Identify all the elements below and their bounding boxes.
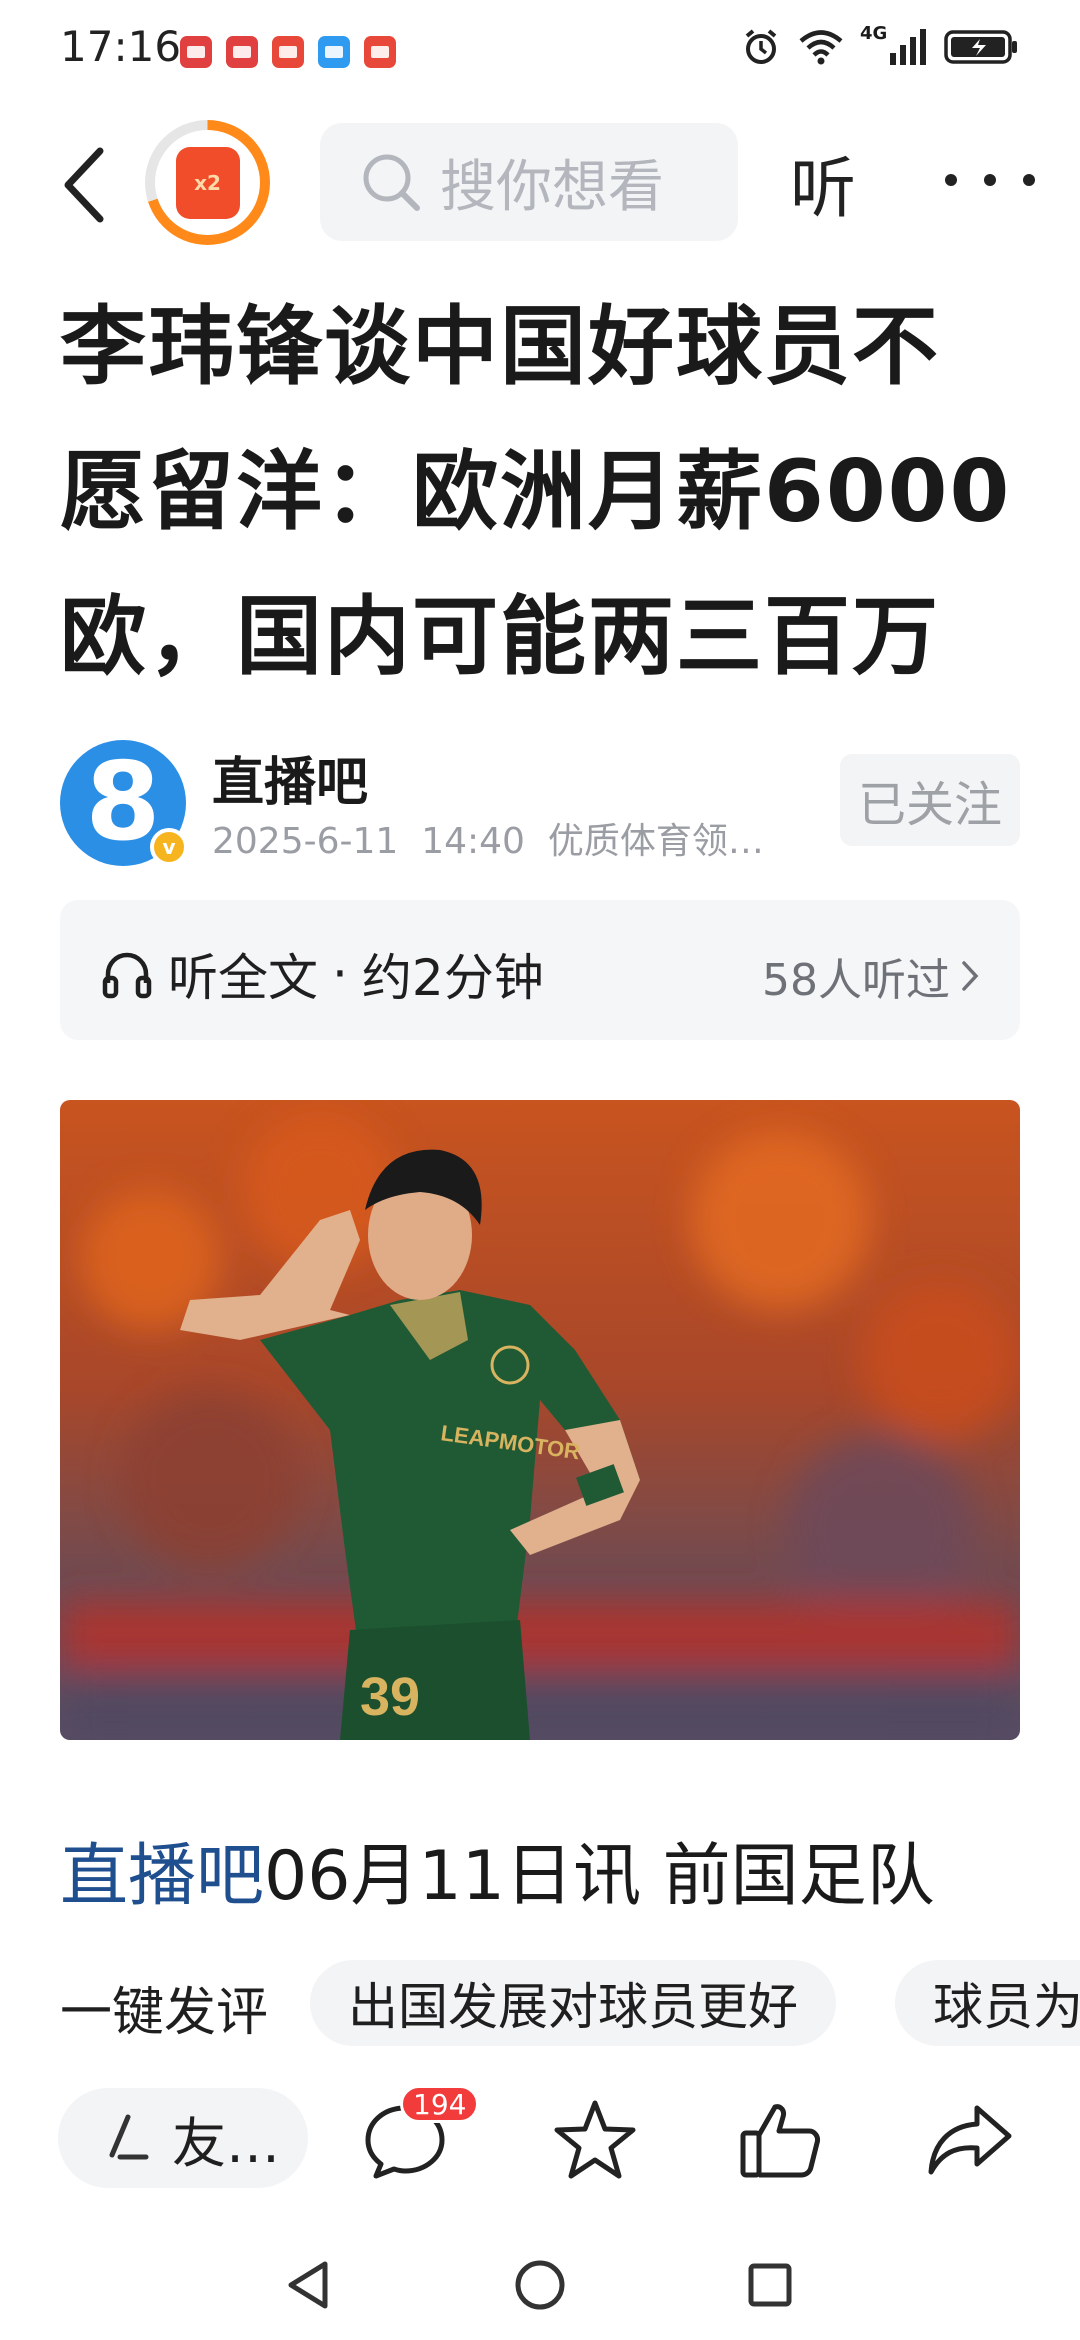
star-icon <box>554 2100 636 2179</box>
huawei-icon <box>364 36 396 68</box>
wifi-icon <box>799 30 843 65</box>
article-title: 李玮锋谈中国好球员不愿留洋：欧洲月薪6000欧，国内可能两三百万 <box>60 297 1012 687</box>
battery-icon <box>944 30 1017 64</box>
notification-icons <box>180 36 396 68</box>
listen-full-text-bar[interactable]: 听全文 · 约2分钟 58人听过 <box>60 900 1020 1040</box>
pen-icon <box>109 2114 149 2160</box>
chevron-right-icon <box>962 961 979 991</box>
red-envelope-icon: x2 <box>175 146 240 219</box>
back-button[interactable] <box>48 140 118 230</box>
listen-button[interactable]: 听 <box>790 135 856 231</box>
author-name[interactable]: 直播吧 <box>212 740 368 815</box>
quick-comment-bar: 一键发评 出国发展对球员更好 球员为 <box>0 1960 1080 2050</box>
book-icon <box>180 36 212 68</box>
share-button[interactable] <box>925 2095 1015 2185</box>
quick-comment-chip[interactable]: 出国发展对球员更好 <box>310 1960 836 2046</box>
more-dot <box>1023 174 1035 186</box>
publish-date: 2025-6-11 <box>212 821 399 862</box>
football-player-photo: 39 LEAPMOTOR <box>60 1100 1020 1740</box>
listen-label-group: 听全文 · 约2分钟 <box>100 938 544 1010</box>
svg-text:39: 39 <box>360 1667 420 1727</box>
system-nav-bar <box>0 2230 1080 2340</box>
book-icon <box>226 36 258 68</box>
author-tagline: 优质体育领… <box>547 821 764 862</box>
article-lead: 直播吧06月11日讯 前国足队 <box>60 1820 1020 1919</box>
system-back-button[interactable] <box>273 2250 343 2320</box>
triangle-back-icon <box>288 2261 328 2309</box>
message-icon <box>318 36 350 68</box>
quick-comment-label: 一键发评 <box>60 1983 269 2043</box>
thumbs-up-icon <box>740 2104 820 2178</box>
red-packet-multiplier: x2 <box>194 170 221 195</box>
more-options-button[interactable] <box>945 145 1035 215</box>
signal-icon: 4G <box>860 23 926 65</box>
system-recents-button[interactable] <box>735 2250 805 2320</box>
publish-time: 14:40 <box>421 821 525 862</box>
system-icons: 4G <box>742 23 1020 66</box>
comment-placeholder: 友… <box>172 2111 280 2175</box>
search-placeholder: 搜你想看 <box>440 154 664 220</box>
status-bar: 17:16 4G <box>0 0 1080 105</box>
listener-count: 58人听过 <box>762 955 950 1006</box>
network-type: 4G <box>860 23 888 44</box>
huawei-icon <box>272 36 304 68</box>
more-dot <box>945 174 957 186</box>
circle-home-icon <box>515 2260 565 2310</box>
red-packet-reward[interactable]: x2 <box>145 120 270 245</box>
verified-badge: v <box>150 828 188 866</box>
listen-duration: 约2分钟 <box>361 949 544 1007</box>
lead-source-link[interactable]: 直播吧 <box>60 1837 264 1916</box>
chevron-left-icon <box>64 147 104 223</box>
author-row: 8 v 直播吧 2025-6-11 14:40 优质体育领… 已关注 <box>60 740 1020 870</box>
bottom-toolbar: 友… 194 <box>0 2085 1080 2195</box>
share-arrow-icon <box>928 2105 1012 2175</box>
listen-full-text-label: 听全文 <box>168 949 318 1007</box>
listen-separator: · <box>332 945 348 1003</box>
system-home-button[interactable] <box>505 2250 575 2320</box>
more-dot <box>984 174 996 186</box>
follow-button[interactable]: 已关注 <box>840 754 1020 846</box>
like-button[interactable] <box>735 2095 825 2185</box>
search-input[interactable]: 搜你想看 <box>320 123 738 241</box>
comment-count-badge: 194 <box>400 2085 480 2123</box>
square-recents-icon <box>748 2263 792 2307</box>
quick-comment-chip[interactable]: 球员为 <box>895 1960 1080 2046</box>
search-icon <box>363 154 420 211</box>
headphones-icon <box>102 952 152 999</box>
top-nav: x2 搜你想看 听 <box>0 115 1080 250</box>
lead-text: 06月11日讯 前国足队 <box>264 1837 935 1916</box>
alarm-icon <box>745 29 777 64</box>
article-photo[interactable]: 39 LEAPMOTOR <box>60 1100 1020 1740</box>
status-time: 17:16 <box>60 22 182 71</box>
favorite-button[interactable] <box>550 2095 640 2185</box>
author-meta: 2025-6-11 14:40 优质体育领… <box>212 812 764 864</box>
listeners-group: 58人听过 <box>762 944 980 1008</box>
avatar-logo-text: 8 <box>85 740 161 865</box>
comment-input[interactable]: 友… <box>58 2088 308 2188</box>
